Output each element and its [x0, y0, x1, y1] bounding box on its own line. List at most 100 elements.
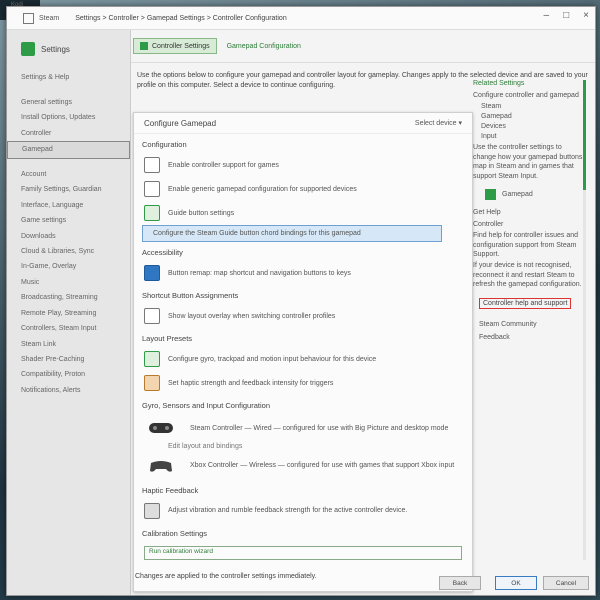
- xbox-controller-icon: [150, 460, 172, 472]
- option-label: Configure gyro, trackpad and motion inpu…: [168, 355, 377, 363]
- sidebar-item[interactable]: Install Options, Updates: [7, 110, 130, 125]
- leaf-icon: [140, 42, 148, 50]
- gamepad-tile[interactable]: Gamepad: [485, 189, 585, 201]
- overlay-icon: [144, 308, 160, 324]
- option-label: Set haptic strength and feedback intensi…: [168, 379, 334, 387]
- sidebar-item[interactable]: Game settings: [7, 213, 130, 228]
- sidebar-item[interactable]: Music: [7, 275, 130, 290]
- sidebar-section: Settings & Help: [21, 74, 70, 81]
- option-row[interactable]: Adjust vibration and rumble feedback str…: [134, 499, 472, 523]
- sidebar-item[interactable]: Controllers, Steam Input: [7, 321, 130, 336]
- feedback-link[interactable]: Feedback: [479, 334, 585, 341]
- sidebar-item[interactable]: Family Settings, Guardian: [7, 182, 130, 197]
- section-title: Haptic Feedback: [142, 485, 199, 495]
- sidebar-header: Settings: [7, 30, 130, 68]
- option-label: Enable generic gamepad configuration for…: [168, 185, 357, 193]
- sidebar-item[interactable]: Downloads: [7, 229, 130, 244]
- sidebar-item[interactable]: Controller: [7, 126, 130, 141]
- tile-label: Gamepad: [502, 191, 533, 199]
- device-sub[interactable]: Edit layout and bindings: [134, 442, 472, 452]
- device-row[interactable]: Steam Controller — Wired — configured fo…: [134, 414, 472, 442]
- sidebar-item[interactable]: General settings: [7, 95, 130, 110]
- gamepad-icon: [144, 181, 160, 197]
- panel-title: Configure Gamepad: [144, 118, 217, 128]
- option-label: Enable controller support for games: [168, 161, 279, 169]
- settings-window: Kodi Steam Settings > Controller > Gamep…: [6, 2, 596, 596]
- calibration-link[interactable]: Run calibration wizard: [144, 545, 462, 560]
- option-label: Show layout overlay when switching contr…: [168, 312, 336, 320]
- feedback-icon: [144, 502, 160, 519]
- tab-controller-settings[interactable]: Controller Settings: [133, 38, 217, 54]
- section-title: Gyro, Sensors and Input Configuration: [142, 401, 270, 410]
- help-sub: Controller: [473, 220, 504, 228]
- window-title: Settings > Controller > Gamepad Settings…: [75, 14, 287, 22]
- close-icon[interactable]: ×: [583, 10, 589, 21]
- option-row[interactable]: Enable generic gamepad configuration for…: [134, 177, 472, 201]
- option-row-selected[interactable]: Configure the Steam Guide button chord b…: [142, 225, 442, 242]
- steam-controller-icon: [149, 423, 173, 433]
- app-icon: [23, 12, 34, 24]
- device-label: Steam Controller — Wired — configured fo…: [190, 424, 449, 432]
- related-paragraph: Use the controller settings to change ho…: [473, 144, 583, 180]
- maximize-icon[interactable]: □: [563, 10, 569, 21]
- title-bar: Kodi Steam Settings > Controller > Gamep…: [7, 2, 595, 30]
- scrollbar-thumb[interactable]: [583, 80, 586, 190]
- sidebar-title: Settings: [41, 44, 70, 54]
- sidebar-item[interactable]: Notifications, Alerts: [7, 383, 130, 398]
- related-subtitle[interactable]: Configure controller and gamepad: [473, 91, 585, 100]
- guide-icon: [144, 205, 160, 221]
- sidebar-item[interactable]: Cloud & Libraries, Sync: [7, 244, 130, 259]
- option-row[interactable]: Guide button settings: [134, 201, 472, 225]
- faq-text: If your device is not recognised, reconn…: [473, 262, 582, 289]
- community-link[interactable]: Steam Community: [479, 321, 585, 328]
- right-scrollbar[interactable]: [583, 80, 586, 560]
- sidebar-item[interactable]: Remote Play, Streaming: [7, 306, 130, 321]
- back-button[interactable]: Back: [439, 576, 481, 590]
- gyro-icon: [144, 351, 160, 367]
- window-controls: – □ ×: [544, 10, 589, 21]
- corner-label: Kodi: [11, 2, 24, 8]
- app-name: Steam: [39, 14, 60, 22]
- tab-label: Controller Settings: [152, 42, 210, 50]
- sidebar-item-active[interactable]: Gamepad: [7, 141, 130, 159]
- sidebar-item[interactable]: Steam Link: [7, 337, 130, 352]
- haptic-icon: [144, 375, 160, 391]
- help-link[interactable]: Controller help and support: [479, 297, 572, 309]
- related-item[interactable]: Devices: [481, 123, 585, 130]
- sidebar-item[interactable]: Account: [7, 167, 130, 182]
- option-row[interactable]: Button remap: map shortcut and navigatio…: [134, 261, 472, 285]
- option-row[interactable]: Enable controller support for games: [134, 153, 472, 177]
- device-label: Xbox Controller — Wireless — configured …: [190, 462, 455, 470]
- steam-logo-icon: [21, 42, 35, 56]
- section-title: Calibration Settings: [142, 528, 208, 538]
- sidebar-item[interactable]: Interface, Language: [7, 198, 130, 213]
- section-title: Accessibility: [142, 248, 183, 257]
- related-item[interactable]: Gamepad: [481, 113, 585, 120]
- footer-note: Changes are applied to the controller se…: [135, 573, 317, 580]
- panel-header: Configure Gamepad Select device ▾: [134, 113, 472, 134]
- sidebar-item[interactable]: In-Game, Overlay: [7, 259, 130, 274]
- sidebar-item[interactable]: Broadcasting, Streaming: [7, 290, 130, 305]
- option-row[interactable]: Configure gyro, trackpad and motion inpu…: [134, 347, 472, 371]
- option-row[interactable]: Show layout overlay when switching contr…: [134, 304, 472, 328]
- related-item[interactable]: Input: [481, 133, 585, 140]
- configure-panel: Configure Gamepad Select device ▾ Config…: [133, 112, 473, 592]
- sidebar-item[interactable]: Shader Pre-Caching: [7, 352, 130, 367]
- ok-button[interactable]: OK: [495, 576, 537, 590]
- main-content: Controller Settings Gamepad Configuratio…: [131, 30, 595, 595]
- sidebar-item[interactable]: Compatibility, Proton: [7, 367, 130, 382]
- section-title: Shortcut Button Assignments: [142, 291, 239, 300]
- cancel-button[interactable]: Cancel: [543, 576, 589, 590]
- option-label: Adjust vibration and rumble feedback str…: [168, 507, 408, 515]
- related-item[interactable]: Steam: [481, 103, 585, 110]
- sidebar: Settings Settings & Help General setting…: [7, 30, 131, 595]
- option-label: Button remap: map shortcut and navigatio…: [168, 269, 351, 277]
- remap-icon: [144, 265, 160, 281]
- section-title: Configuration: [142, 140, 187, 149]
- device-row[interactable]: Xbox Controller — Wireless — configured …: [134, 452, 472, 480]
- device-dropdown[interactable]: Select device ▾: [415, 119, 462, 127]
- option-row[interactable]: Set haptic strength and feedback intensi…: [134, 371, 472, 395]
- controller-icon: [144, 157, 160, 173]
- minimize-icon[interactable]: –: [544, 10, 550, 21]
- section-title: Layout Presets: [142, 334, 193, 343]
